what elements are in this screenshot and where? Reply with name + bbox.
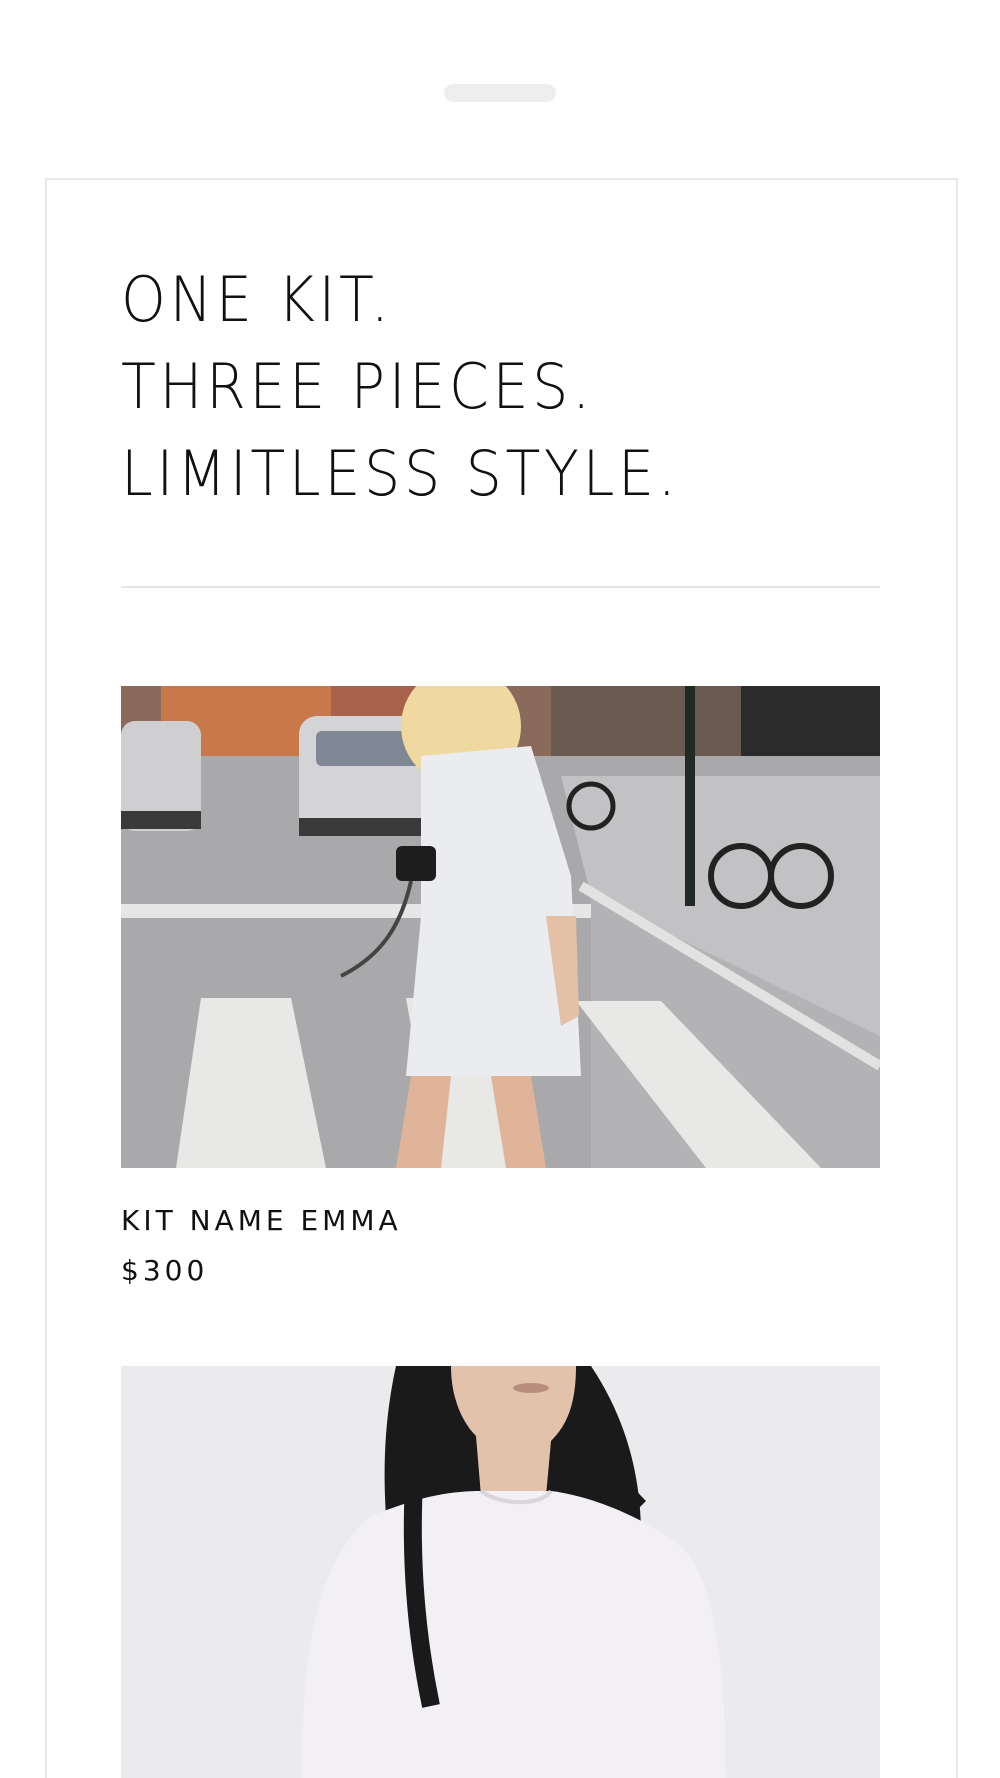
app-screen[interactable]: ONE KIT. THREE PIECES. LIMITLESS STYLE.	[45, 178, 958, 1778]
product-image-emma[interactable]	[121, 686, 880, 1168]
speaker-grille	[444, 84, 556, 102]
page-headline: ONE KIT. THREE PIECES. LIMITLESS STYLE.	[121, 256, 680, 517]
product-name[interactable]: KIT NAME EMMA	[121, 1204, 402, 1237]
product-price: $300	[121, 1254, 209, 1287]
headline-line-3: LIMITLESS STYLE.	[121, 437, 680, 510]
street-photo	[121, 686, 880, 1168]
phone-frame: ONE KIT. THREE PIECES. LIMITLESS STYLE.	[0, 0, 1000, 1778]
headline-line-1: ONE KIT.	[121, 263, 393, 336]
section-divider	[121, 586, 880, 588]
studio-photo	[121, 1366, 880, 1778]
headline-line-2: THREE PIECES.	[121, 350, 594, 423]
product-image-2[interactable]	[121, 1366, 880, 1778]
